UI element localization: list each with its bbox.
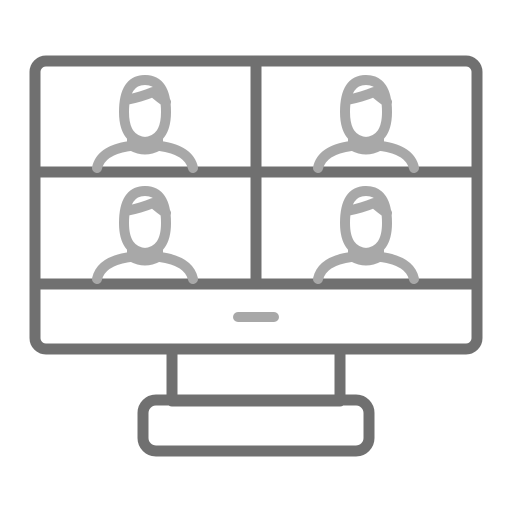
participant-head [119, 75, 171, 147]
participant-head [340, 75, 392, 147]
participant-avatar-icon [313, 186, 419, 284]
participant-avatar-icon [92, 186, 198, 284]
monitor-icon [29, 55, 483, 457]
power-indicator-bar [233, 312, 279, 322]
participant-head [340, 186, 392, 258]
monitor-stand-base [137, 394, 375, 457]
participant-avatar-icon [313, 75, 419, 173]
participant-avatar-icon [92, 75, 198, 173]
video-conference-monitor-icon [29, 55, 483, 457]
monitor-neck [166, 343, 346, 407]
participant-head [119, 186, 171, 258]
